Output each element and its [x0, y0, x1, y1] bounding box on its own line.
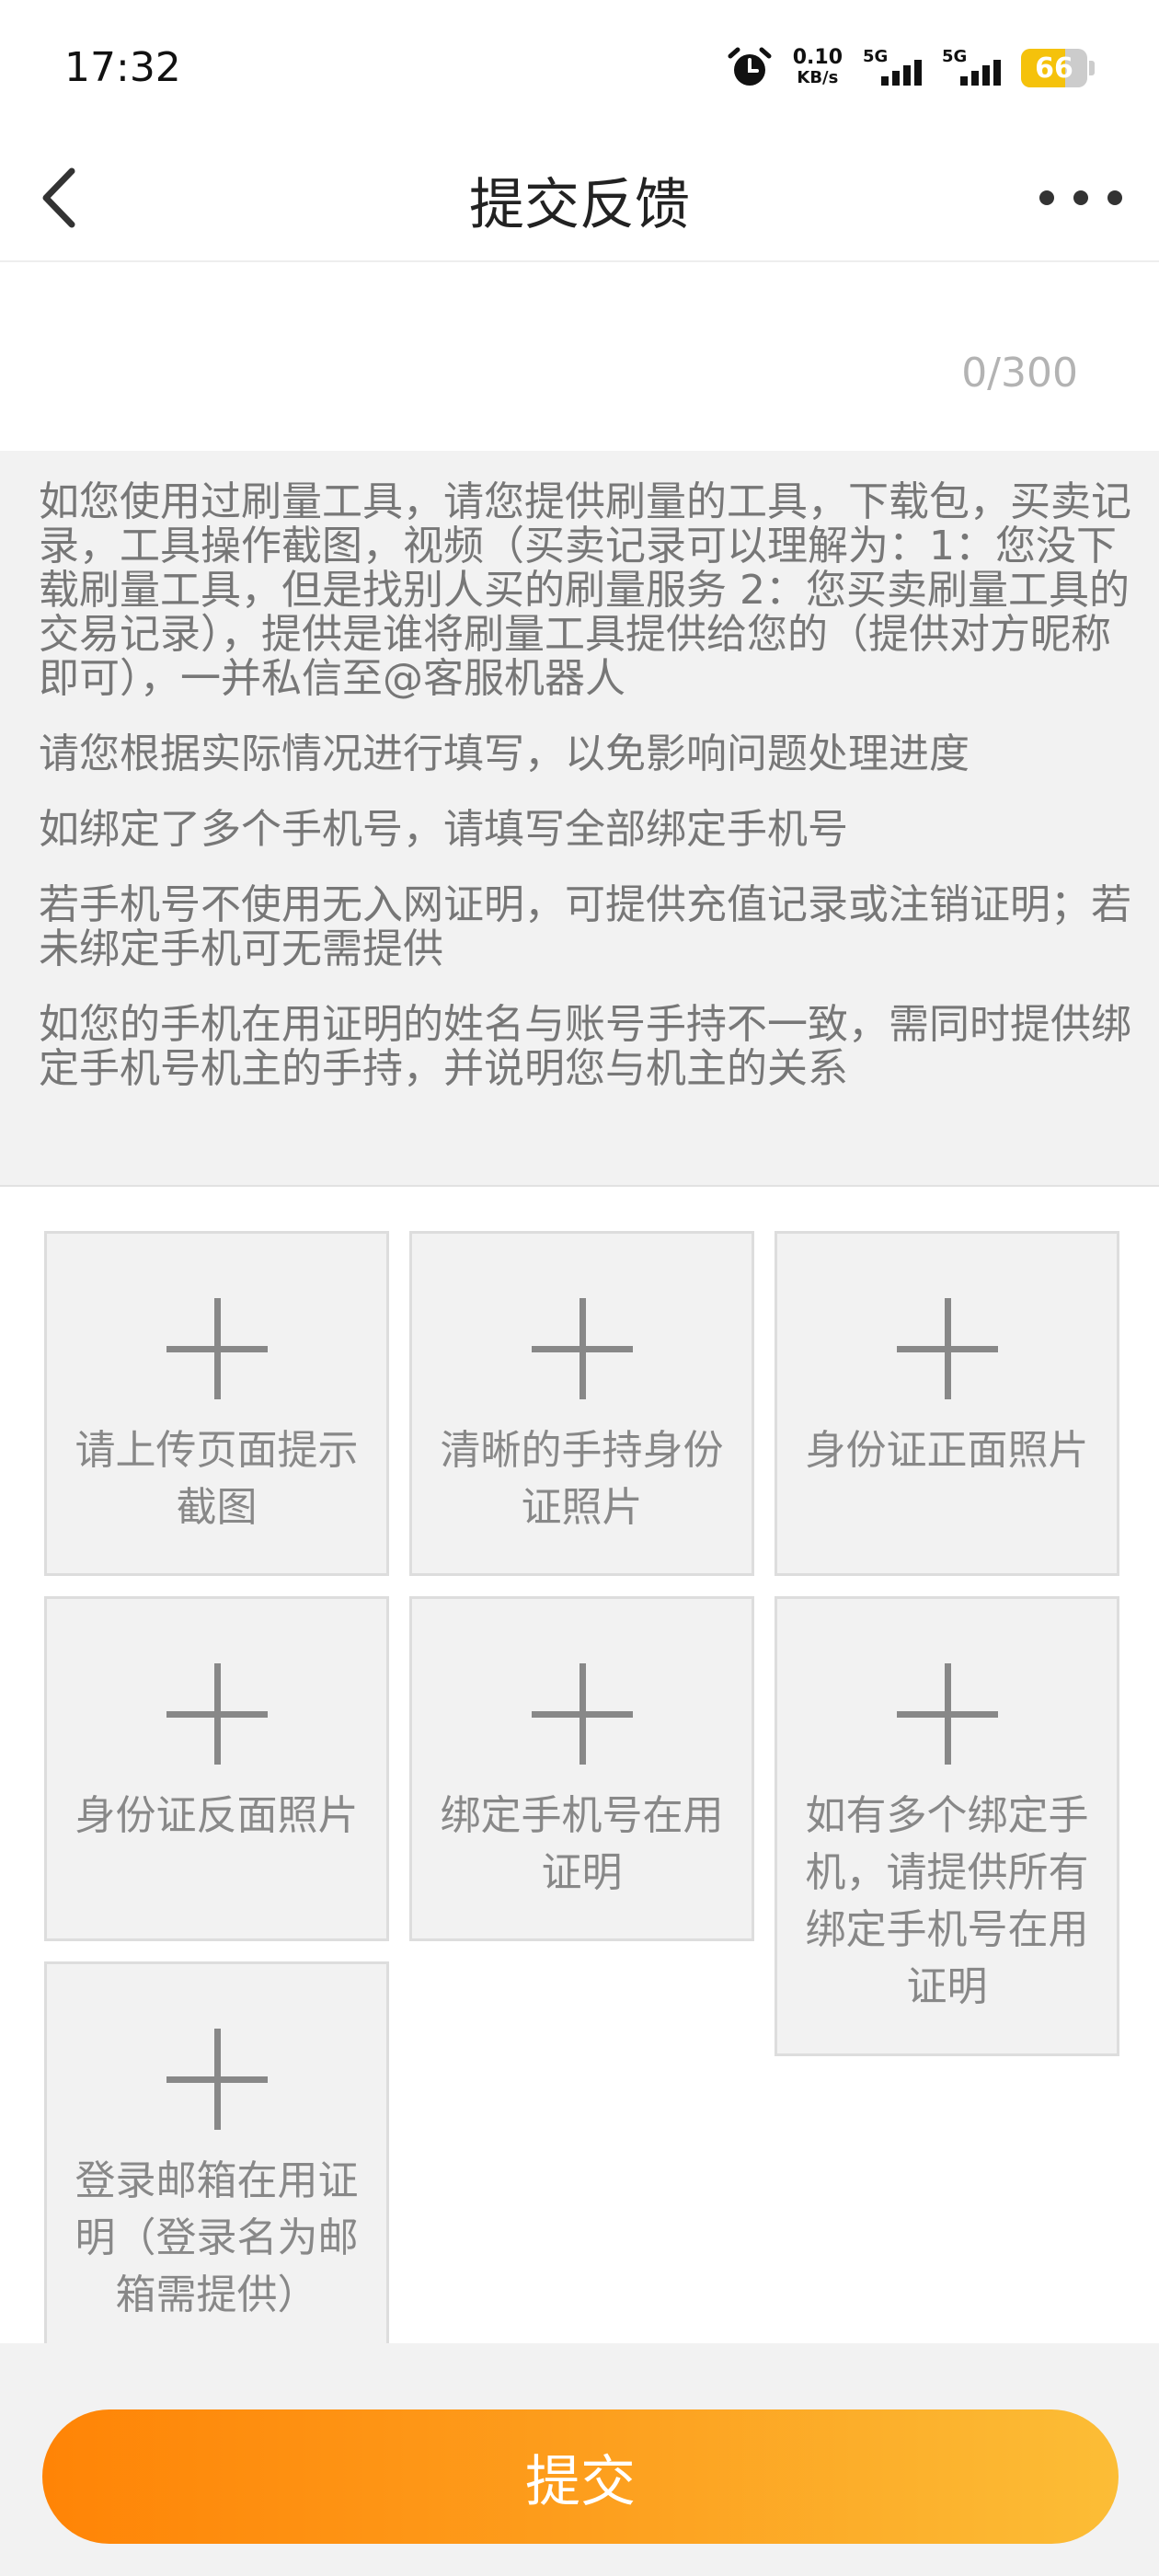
upload-tile-label: 身份证正面照片	[805, 1427, 1089, 1474]
header-bar: 提交反馈	[0, 138, 1159, 262]
status-time: 17:32	[64, 44, 181, 91]
plus-icon	[897, 1663, 998, 1765]
plus-icon	[532, 1663, 633, 1765]
upload-tile-multi-phone-proof[interactable]: 如有多个绑定手机，请提供所有绑定手机号在用证明	[775, 1596, 1119, 2056]
feedback-input-area: 0/300	[0, 262, 1159, 451]
plus-icon	[897, 1298, 998, 1399]
plus-icon	[532, 1298, 633, 1399]
plus-icon	[166, 1663, 268, 1765]
sim2-label: 5G	[942, 47, 968, 66]
more-dots-icon[interactable]	[1039, 166, 1122, 230]
char-counter: 0/300	[961, 350, 1078, 397]
upload-tile-label: 绑定手机号在用证明	[440, 1792, 724, 1896]
upload-grid: 请上传页面提示截图 清晰的手持身份证照片 身份证正面照片 身份证反面照片 绑定手…	[0, 1189, 1159, 2343]
bottom-bar: 提交	[0, 2343, 1159, 2576]
upload-tile-label: 请上传页面提示截图	[75, 1427, 359, 1531]
sim1-label: 5G	[863, 47, 889, 66]
notice-text: 如您使用过刷量工具，请您提供刷量的工具，下载包，买卖记录，工具操作截图，视频（买…	[39, 478, 1131, 702]
page-title: 提交反馈	[469, 173, 690, 237]
upload-tile-page-screenshot[interactable]: 请上传页面提示截图	[44, 1231, 389, 1576]
notice-text: 如您的手机在用证明的姓名与账号手持不一致，需同时提供绑定手机号机主的手持，并说明…	[39, 1001, 1131, 1092]
network-speed: 0.10 KB/s	[793, 48, 843, 88]
status-icons: 0.10 KB/s 5G 5G 66	[727, 42, 1095, 94]
upload-tile-id-front[interactable]: 身份证正面照片	[775, 1231, 1119, 1576]
battery-nub	[1089, 61, 1095, 75]
upload-tile-email-proof[interactable]: 登录邮箱在用证明（登录名为邮箱需提供）	[44, 1961, 389, 2343]
upload-tile-label: 登录邮箱在用证明（登录名为邮箱需提供）	[75, 2157, 359, 2318]
battery-level: 66	[1035, 52, 1073, 85]
upload-tile-id-handheld[interactable]: 清晰的手持身份证照片	[409, 1231, 754, 1576]
upload-tile-label: 如有多个绑定手机，请提供所有绑定手机号在用证明	[805, 1792, 1089, 2010]
notice-text: 请您根据实际情况进行填写，以免影响问题处理进度	[39, 730, 970, 777]
upload-tile-id-back[interactable]: 身份证反面照片	[44, 1596, 389, 1941]
plus-icon	[166, 2029, 268, 2130]
feedback-input[interactable]	[37, 281, 1122, 391]
notice-text: 如绑定了多个手机号，请填写全部绑定手机号	[39, 806, 848, 853]
battery-icon: 66	[1021, 49, 1087, 87]
plus-icon	[166, 1298, 268, 1399]
upload-tile-label: 身份证反面照片	[75, 1792, 359, 1839]
submit-button[interactable]: 提交	[42, 2409, 1119, 2544]
signal-icon: 5G	[942, 47, 1001, 89]
notice-text: 若手机号不使用无入网证明，可提供充值记录或注销证明；若未绑定手机可无需提供	[39, 881, 1131, 972]
upload-tile-label: 清晰的手持身份证照片	[440, 1427, 724, 1531]
status-bar: 17:32 0.10 KB/s 5G 5G 66	[0, 0, 1159, 138]
upload-tile-phone-proof[interactable]: 绑定手机号在用证明	[409, 1596, 754, 1941]
network-speed-unit: KB/s	[797, 68, 839, 87]
signal-icon: 5G	[863, 47, 922, 89]
network-speed-value: 0.10	[792, 46, 843, 69]
alarm-icon	[728, 47, 772, 86]
notice-panel: 如您使用过刷量工具，请您提供刷量的工具，下载包，买卖记录，工具操作截图，视频（买…	[0, 451, 1159, 1187]
